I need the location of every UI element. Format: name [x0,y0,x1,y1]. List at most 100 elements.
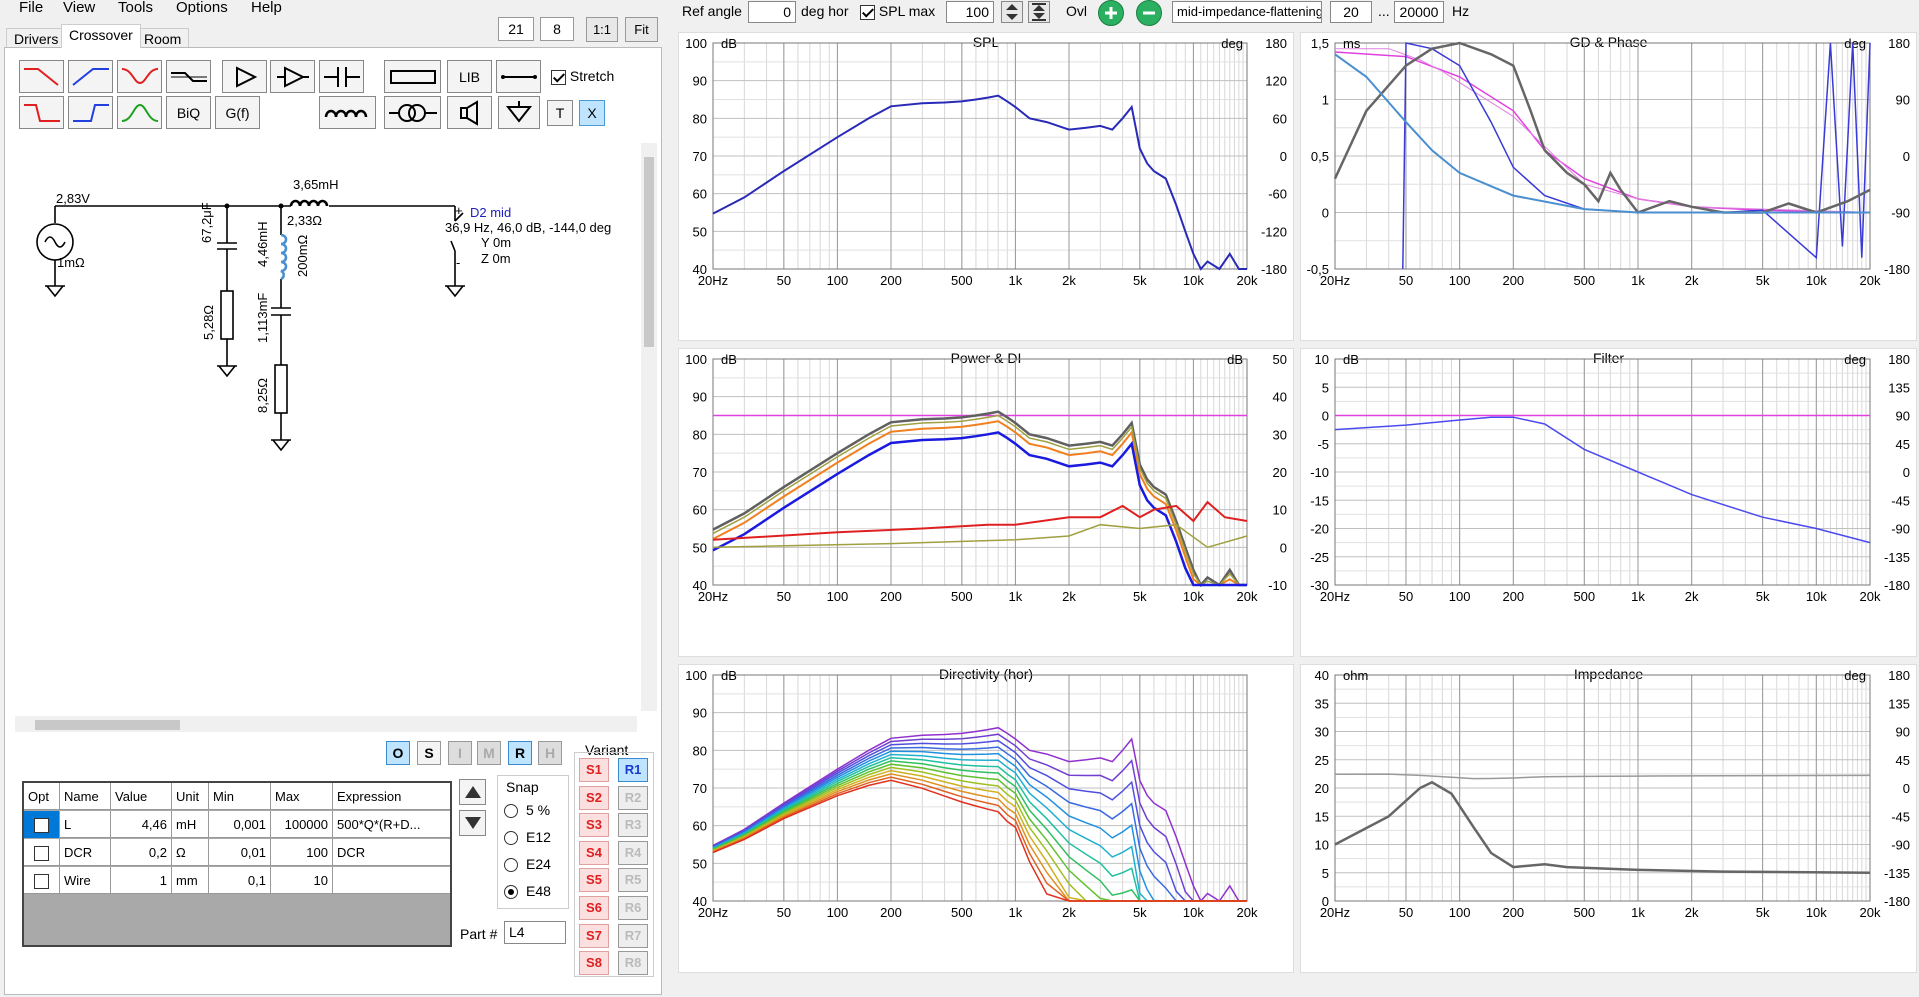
menu-options[interactable]: Options [176,0,228,16]
zoom-y-input[interactable]: 8 [540,17,574,41]
row-expression[interactable]: DCR [333,839,450,866]
spl-max-input[interactable]: 100 [946,1,994,23]
row-value[interactable]: 0,2 [111,839,172,866]
opt-checkbox[interactable] [34,818,49,834]
schematic-hscroll[interactable] [15,716,637,732]
variant-r-button[interactable]: R6 [618,896,648,920]
row-expression[interactable] [333,867,450,894]
row-min[interactable]: 0,001 [209,811,271,838]
row-min[interactable]: 0,01 [209,839,271,866]
opt-checkbox[interactable] [34,874,49,890]
variant-s-button[interactable]: S2 [579,785,609,810]
variant-r-button[interactable]: R3 [618,813,648,838]
wire-button[interactable] [496,60,541,93]
variant-s-button[interactable]: S4 [579,840,609,865]
schematic-vscroll[interactable] [641,143,657,711]
r-button[interactable]: R [508,741,532,765]
hp-blue-button[interactable] [68,96,113,129]
part-input[interactable]: L4 [504,921,566,944]
remove-overlay-button[interactable] [1136,0,1162,26]
variant-r-button[interactable]: R5 [618,868,648,893]
variant-s-button[interactable]: S6 [579,896,609,920]
inverter-button[interactable] [270,60,315,93]
schematic-canvas[interactable]: 2,83V 1mΩ 3,65mH 2,33Ω 67,2μF 5,28Ω 4,46… [15,143,653,715]
lp-red-button[interactable] [19,96,64,129]
row-max[interactable]: 100 [271,839,333,866]
opt-checkbox[interactable] [34,846,49,862]
power-di-chart[interactable]: Power & DI 100 90 80 70 60 50 40 50 40 30 20 10 0 -10… [678,348,1294,657]
variant-s-button[interactable]: S5 [579,868,609,893]
directivity-chart[interactable]: Directivity (hor) 100 90 80 70 60 50 40 dB 20Hz 5… [678,664,1294,973]
row-expression[interactable]: 500*Q*(R+D... [333,811,450,838]
snap-option-e12[interactable]: E12 [504,829,551,846]
add-overlay-button[interactable] [1098,0,1124,26]
move-down-button[interactable] [459,810,486,836]
biq-button[interactable]: BiQ [166,96,211,129]
row-opt-cell[interactable] [24,811,60,838]
row-max[interactable]: 10 [271,867,333,894]
h-button[interactable]: H [538,741,562,765]
i-button[interactable]: I [448,741,472,765]
variant-s-button[interactable]: S7 [579,923,609,948]
tab-drivers[interactable]: Drivers [6,28,67,48]
snap-option-e24[interactable]: E24 [504,856,551,873]
table-row[interactable]: DCR 0,2 Ω 0,01 100 DCR [24,839,450,866]
table-row[interactable]: L 4,46 mH 0,001 100000 500*Q*(R+D... [24,811,450,838]
variant-s-button[interactable]: S3 [579,813,609,838]
move-up-button[interactable] [459,779,486,805]
driver-button[interactable] [447,96,492,129]
zoom-fit-button[interactable]: Fit [625,17,658,42]
hscroll-thumb[interactable] [35,720,180,730]
spl-spinner-button[interactable] [1001,1,1023,23]
transformer-button[interactable] [384,96,441,129]
menu-view[interactable]: View [63,0,95,16]
snap-option-e48[interactable]: E48 [504,883,551,900]
freq-from-input[interactable]: 20 [1330,1,1372,23]
row-opt-cell[interactable] [24,839,60,866]
bp-green-button[interactable] [117,96,162,129]
table-row[interactable]: Wire 1 mm 0,1 10 [24,867,450,894]
variant-s-button[interactable]: S1 [579,758,609,782]
gd-phase-chart[interactable]: GD & Phase 1,5 1 0,5 0 -0,5 180 90 0 -90 -180 ms de… [1300,32,1917,341]
t-button[interactable]: T [547,100,573,126]
row-opt-cell[interactable] [24,867,60,894]
gf-button[interactable]: G(f) [215,96,260,129]
variant-r-button[interactable]: R4 [618,840,648,865]
shelf-button[interactable] [166,60,211,93]
row-max[interactable]: 100000 [271,811,333,838]
menu-tools[interactable]: Tools [118,0,153,16]
variant-r-button[interactable]: R1 [618,758,648,782]
lib-button[interactable]: LIB [447,60,492,93]
menu-file[interactable]: File [19,0,43,16]
row-min[interactable]: 0,1 [209,867,271,894]
snap-option-5pct[interactable]: 5 % [504,802,550,819]
x-button[interactable]: X [579,100,605,126]
s-button[interactable]: S [417,741,441,765]
highpass-red-button[interactable] [19,60,64,93]
spl-max-checkbox[interactable]: SPL max [860,3,935,20]
impedance-chart[interactable]: Impedance 40 35 30 25 20 15 10 5 0 180 135 90 45 0 -45… [1300,664,1917,973]
variant-s-button[interactable]: S8 [579,951,609,976]
spl-chart[interactable]: SPL 100 90 80 70 60 50 40 180 120 60 0 -60 -120 -180 d… [678,32,1294,341]
variant-r-button[interactable]: R8 [618,951,648,976]
freq-to-input[interactable]: 20000 [1394,1,1444,23]
stretch-checkbox[interactable]: Stretch [551,68,614,85]
capacitor-button[interactable] [319,60,364,93]
fit-range-button[interactable] [1028,1,1050,23]
tab-crossover[interactable]: Crossover [61,24,141,48]
row-value[interactable]: 1 [111,867,172,894]
zoom-one-button[interactable]: 1:1 [586,17,618,42]
target-name-input[interactable]: mid-impedance-flattening [1172,1,1322,23]
m-button[interactable]: M [477,741,501,765]
bandpass-red-button[interactable] [117,60,162,93]
ground-button[interactable] [498,96,540,129]
menu-help[interactable]: Help [251,0,282,16]
vscroll-thumb[interactable] [644,157,654,347]
zoom-x-input[interactable]: 21 [498,17,534,41]
buffer-button[interactable] [222,60,267,93]
row-value[interactable]: 4,46 [111,811,172,838]
inductor-button[interactable] [319,96,376,129]
highpass-blue-button[interactable] [68,60,113,93]
variant-r-button[interactable]: R7 [618,923,648,948]
resistor-button[interactable] [384,60,441,93]
